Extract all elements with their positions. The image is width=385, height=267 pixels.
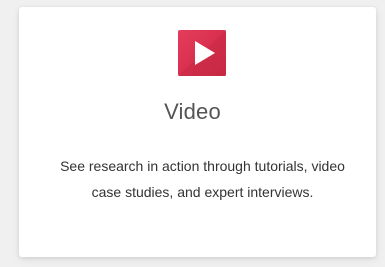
video-play-icon [178,30,226,76]
card-description: See research in action through tutorials… [60,158,345,200]
card-title: Video [164,99,221,124]
